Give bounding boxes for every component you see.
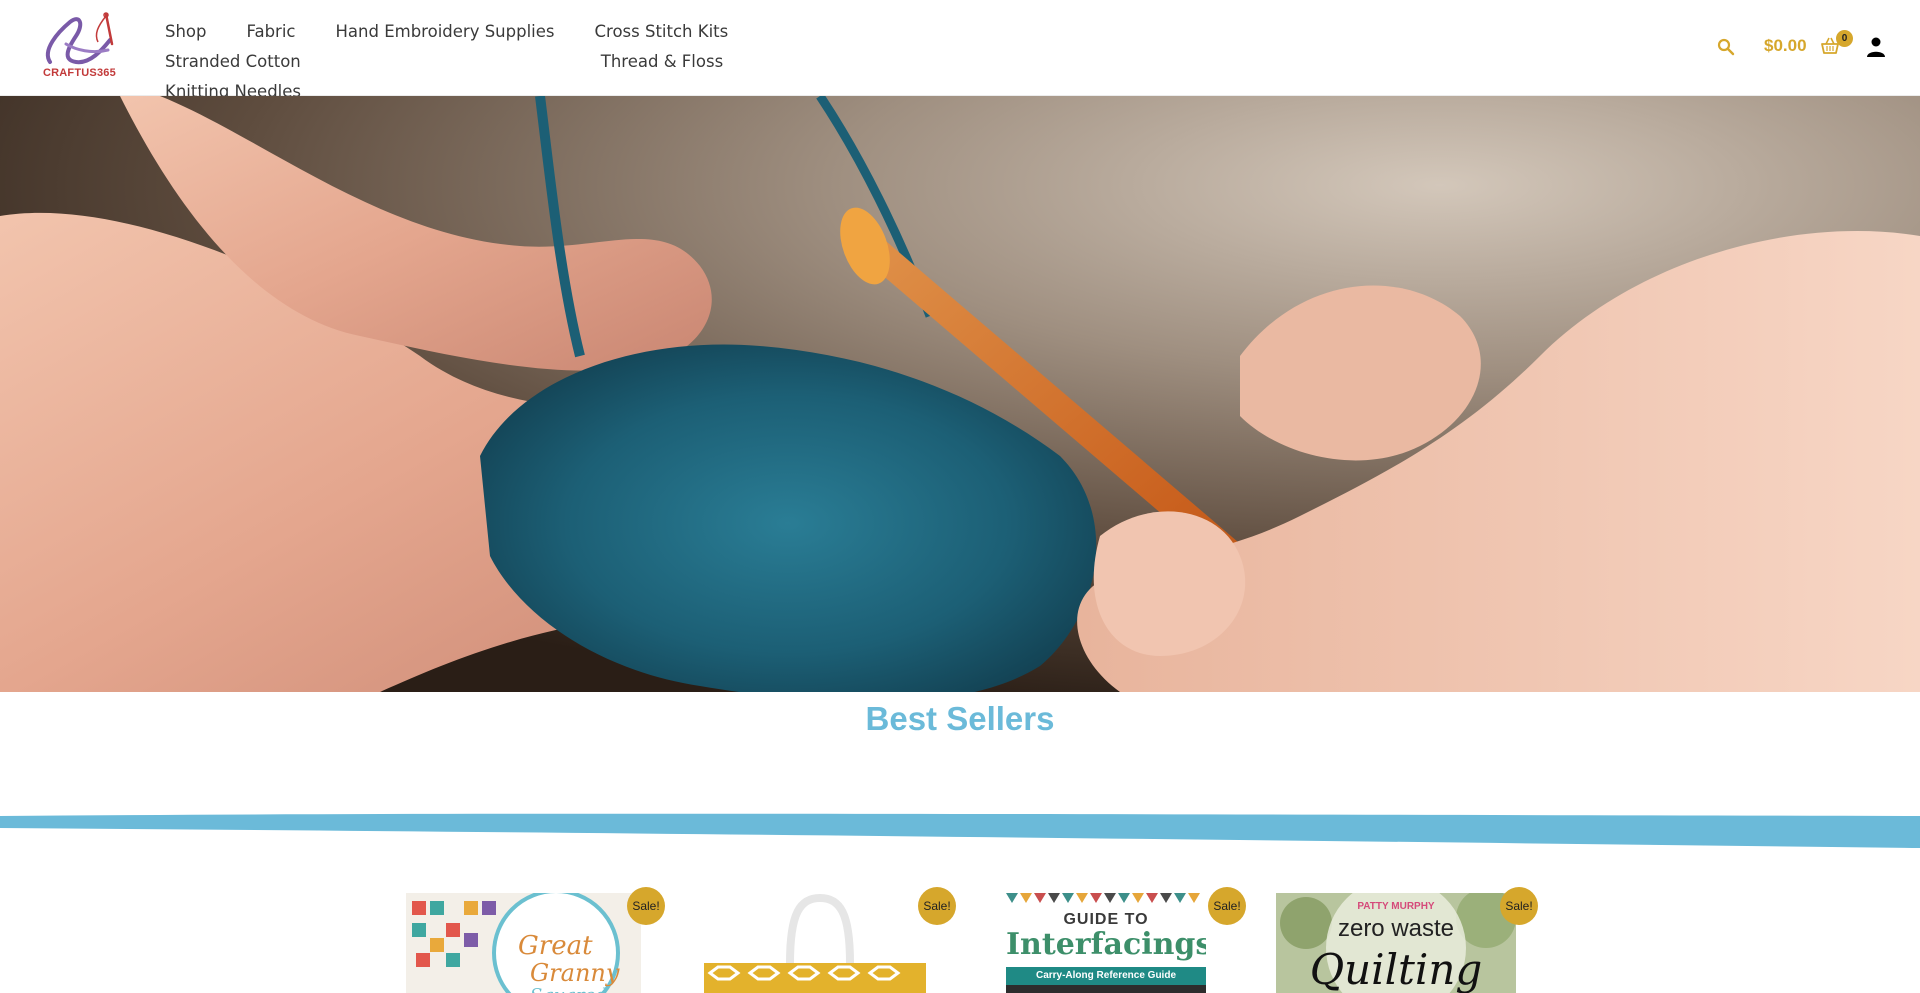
user-icon[interactable] — [1866, 36, 1886, 58]
logo-wordmark: CRAFTUS365 — [43, 67, 116, 79]
product-image[interactable]: Great Granny Squared — [406, 893, 641, 993]
nav-item-stranded-cotton[interactable]: Stranded Cotton — [165, 50, 301, 74]
cover-title-line2: Interfacings — [1006, 927, 1206, 962]
best-sellers-heading: Best Sellers — [865, 700, 1055, 737]
cover-title-line1: zero waste — [1337, 915, 1455, 942]
main-navigation: Shop Fabric Hand Embroidery Supplies Cro… — [165, 20, 885, 104]
product-image[interactable] — [690, 893, 940, 993]
product-card-zero-waste-quilting[interactable]: PATTY MURPHY zero waste Quilting — [1276, 893, 1516, 993]
nav-item-shop[interactable]: Shop — [165, 20, 207, 44]
nav-item-thread-floss[interactable]: Thread & Floss — [601, 50, 723, 74]
cover-title-line3: Squared — [530, 985, 607, 993]
cover-author: PATTY MURPHY — [1357, 901, 1435, 912]
product-image[interactable]: PATTY MURPHY zero waste Quilting — [1276, 893, 1516, 993]
cover-title-line2: Granny — [530, 959, 620, 987]
product-image[interactable]: GUIDE TO Interfacings Carry-Along Refere… — [1006, 893, 1206, 993]
nav-item-hand-embroidery-supplies[interactable]: Hand Embroidery Supplies — [336, 20, 555, 44]
section-wave-divider — [0, 813, 1920, 848]
cart-total[interactable]: $0.00 — [1764, 36, 1807, 56]
sale-badge: Sale! — [1500, 887, 1538, 925]
sale-badge: Sale! — [627, 887, 665, 925]
nav-item-cross-stitch-kits[interactable]: Cross Stitch Kits — [595, 20, 729, 44]
sale-badge: Sale! — [918, 887, 956, 925]
product-card-guide-to-interfacings[interactable]: GUIDE TO Interfacings Carry-Along Refere… — [1006, 893, 1206, 993]
site-header: CRAFTUS365 Shop Fabric Hand Embroidery S… — [0, 0, 1920, 101]
cart-count-badge: 0 — [1836, 30, 1853, 47]
nav-item-fabric[interactable]: Fabric — [247, 20, 296, 44]
craftus365-logo[interactable]: CRAFTUS365 — [40, 10, 122, 82]
search-icon[interactable] — [1716, 37, 1736, 57]
product-card-tote-bag[interactable] — [690, 893, 940, 993]
product-card-great-granny-squared[interactable]: Great Granny Squared — [406, 893, 641, 993]
crochet-hands-photo — [0, 96, 1920, 692]
cover-title-line2: Quilting — [1309, 945, 1483, 993]
cover-bottom-band — [1006, 985, 1206, 993]
cover-subtitle-band: Carry-Along Reference Guide — [1006, 967, 1206, 985]
hero-banner-image — [0, 96, 1920, 692]
sale-badge: Sale! — [1208, 887, 1246, 925]
cover-title-line1: Great — [518, 931, 593, 961]
logo-mark-icon — [46, 12, 114, 65]
